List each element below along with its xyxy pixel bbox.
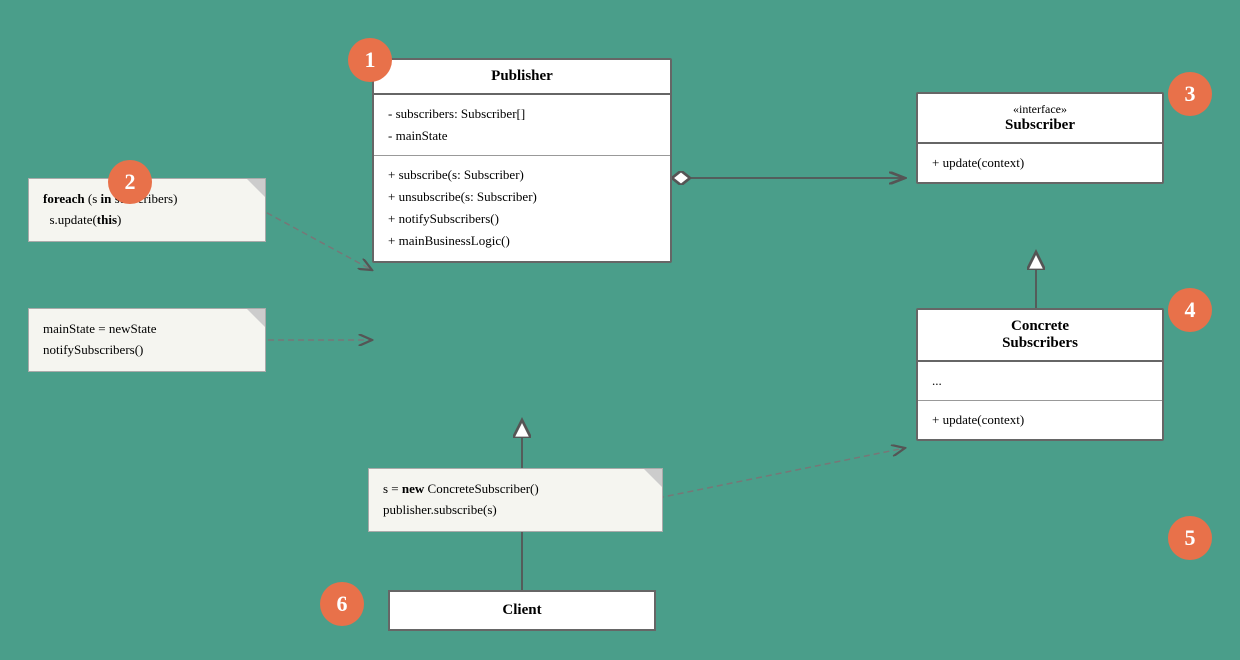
concrete-methods: + update(context) [918,401,1162,439]
client-box: Client [388,590,656,631]
badge-4: 4 [1168,288,1212,332]
publisher-title: Publisher [374,60,670,95]
publisher-fields: - subscribers: Subscriber[] - mainState [374,95,670,156]
concrete-title: ConcreteSubscribers [918,310,1162,362]
badge-6: 6 [320,582,364,626]
client-label: Client [502,602,541,618]
publisher-methods: + subscribe(s: Subscriber) + unsubscribe… [374,156,670,260]
subscriber-header: «interface» Subscriber [918,94,1162,144]
concrete-subscribers-box: ConcreteSubscribers ... + update(context… [916,308,1164,441]
badge-5: 5 [1168,516,1212,560]
subscriber-methods: + update(context) [918,144,1162,182]
publisher-box: Publisher - subscribers: Subscriber[] - … [372,58,672,263]
concrete-fields: ... [918,362,1162,401]
subscriber-box: «interface» Subscriber + update(context) [916,92,1164,184]
badge-1: 1 [348,38,392,82]
note-concrete-subscriber: s = new ConcreteSubscriber() publisher.s… [368,468,663,532]
badge-2: 2 [108,160,152,204]
badge-3: 3 [1168,72,1212,116]
note-mainstate: mainState = newState notifySubscribers() [28,308,266,372]
